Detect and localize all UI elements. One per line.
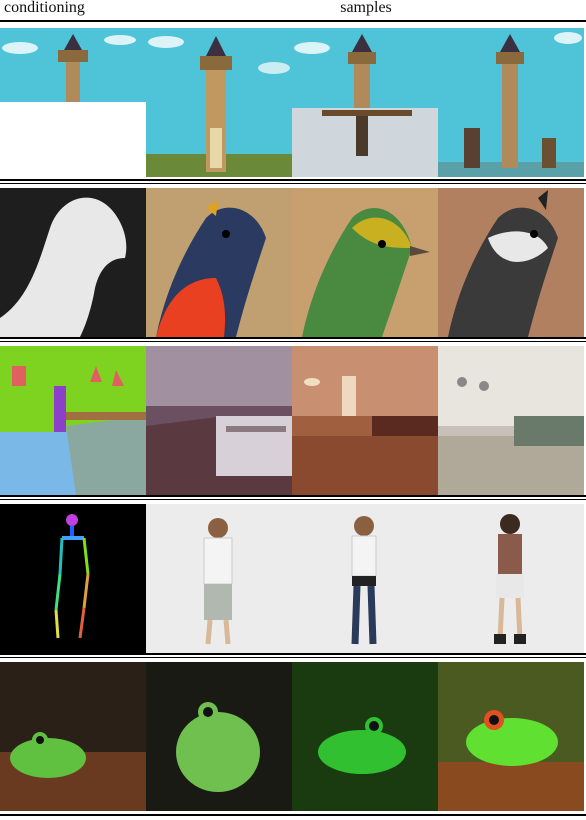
sample-image-person-3 <box>438 504 584 653</box>
conditioning-image-frog <box>0 662 146 811</box>
row-separator-2 <box>0 337 586 339</box>
row-separator-3b <box>0 499 586 500</box>
conditioning-header: conditioning <box>4 0 85 16</box>
conditioning-image-lighthouse <box>0 28 146 177</box>
sample-image-frog-3 <box>438 662 584 811</box>
sample-image-room-1 <box>146 346 292 495</box>
figure-row-pose <box>0 504 586 653</box>
sample-image-bird-2 <box>292 188 438 337</box>
conditioning-image-bird-mask <box>0 188 146 337</box>
sample-image-room-2 <box>292 346 438 495</box>
bottom-rule <box>0 814 586 816</box>
row-separator-1b <box>0 183 586 184</box>
row-separator-4 <box>0 653 586 655</box>
sample-image-frog-2 <box>292 662 438 811</box>
figure-row-lighthouse <box>0 28 586 177</box>
conditioning-image-pose-skeleton <box>0 504 146 653</box>
figure-row-bird <box>0 188 586 337</box>
sample-image-lighthouse-3 <box>438 28 584 177</box>
sample-image-person-1 <box>146 504 292 653</box>
sample-image-room-3 <box>438 346 584 495</box>
sample-image-frog-1 <box>146 662 292 811</box>
figure-row-frog <box>0 662 586 811</box>
row-separator-3 <box>0 495 586 497</box>
samples-header: samples <box>340 0 392 16</box>
sample-image-bird-1 <box>146 188 292 337</box>
sample-image-lighthouse-2 <box>292 28 438 177</box>
conditioning-image-segmentation <box>0 346 146 495</box>
row-separator-4b <box>0 657 586 658</box>
row-separator-1 <box>0 179 586 181</box>
top-rule <box>0 20 586 22</box>
figure-row-room <box>0 346 586 495</box>
sample-image-lighthouse-1 <box>146 28 292 177</box>
sample-image-bird-3 <box>438 188 584 337</box>
sample-image-person-2 <box>292 504 438 653</box>
row-separator-2b <box>0 341 586 342</box>
